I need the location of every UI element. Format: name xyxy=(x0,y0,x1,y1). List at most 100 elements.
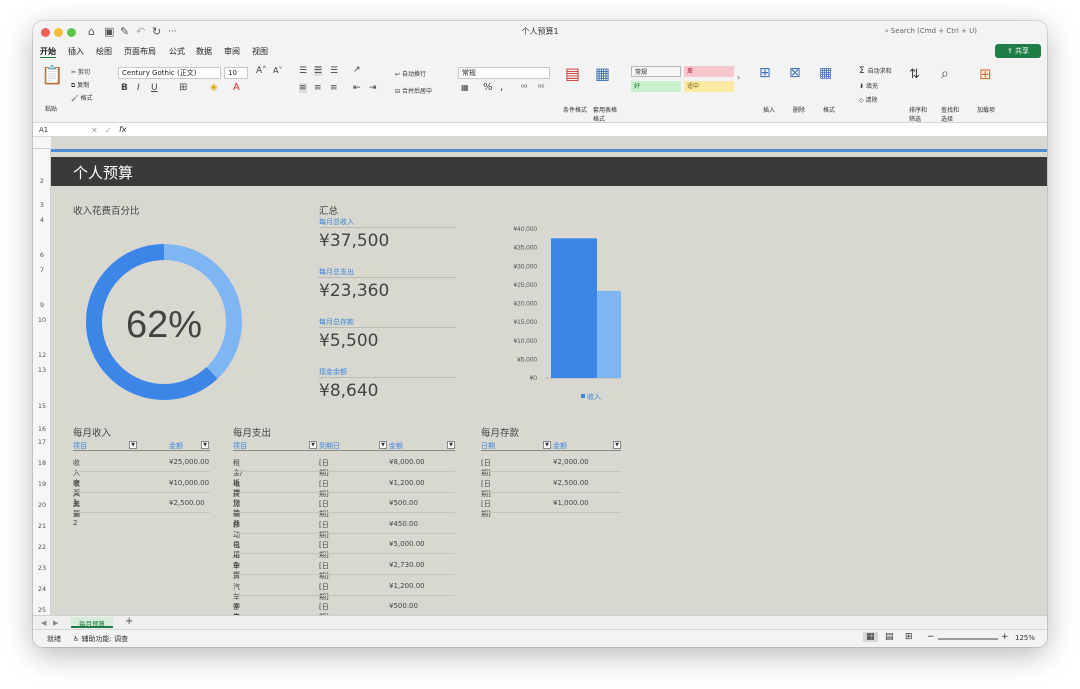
prev-sheet-icon[interactable]: ◀ xyxy=(41,619,46,627)
savings-cell[interactable]: ¥2,500.00 xyxy=(553,479,589,487)
confirm-formula-icon[interactable]: ✓ xyxy=(105,126,112,135)
delete-cells-label[interactable]: 删除 xyxy=(793,105,805,114)
row-header-2[interactable]: 2 xyxy=(33,177,51,185)
insert-cells-icon[interactable]: ⊞ xyxy=(759,65,771,81)
row-header-16[interactable]: 16 xyxy=(33,425,51,433)
increase-decimal-icon[interactable]: ⁰⁰ xyxy=(521,83,527,92)
format-cells-label[interactable]: 格式 xyxy=(823,105,835,114)
savings-cell[interactable]: [日期] xyxy=(481,499,491,519)
fill-button[interactable]: ⬇ 填充 xyxy=(859,81,878,90)
delete-cells-icon[interactable]: ⊠ xyxy=(789,65,801,81)
tab-insert[interactable]: 插入 xyxy=(68,46,84,57)
wrap-text-button[interactable]: ↩ 自动换行 xyxy=(395,69,426,78)
align-center-icon[interactable]: ≡ xyxy=(314,83,322,93)
currency-icon[interactable]: ▦ xyxy=(461,83,469,92)
underline-icon[interactable]: U xyxy=(151,83,158,93)
savings-cell[interactable]: ¥1,000.00 xyxy=(553,499,589,507)
table-format-icon[interactable]: ▦ xyxy=(595,64,610,83)
sort-filter-label[interactable]: 排序和筛选 xyxy=(909,105,931,123)
row-header-24[interactable]: 24 xyxy=(33,585,51,593)
align-middle-icon[interactable]: ☰ xyxy=(314,66,323,76)
page-layout-view-icon[interactable]: ▤ xyxy=(885,632,894,642)
tab-data[interactable]: 数据 xyxy=(196,46,212,57)
next-sheet-icon[interactable]: ▶ xyxy=(53,619,58,627)
font-size-select[interactable]: 10 xyxy=(224,67,248,79)
indent-increase-icon[interactable]: ⇥ xyxy=(369,83,377,93)
style-good[interactable]: 好 xyxy=(631,81,681,92)
addins-label[interactable]: 加载项 xyxy=(977,105,995,114)
row-header-6[interactable]: 6 xyxy=(33,251,51,259)
expense-cell[interactable]: [日期] xyxy=(319,582,329,602)
row-header-9[interactable]: 9 xyxy=(33,301,51,309)
table-format-label[interactable]: 套用表格格式 xyxy=(593,105,621,123)
paste-label[interactable]: 粘贴 xyxy=(45,104,57,113)
savings-cell[interactable]: [日期] xyxy=(481,479,491,499)
conditional-format-icon[interactable]: ▤ xyxy=(565,64,580,83)
styles-more-icon[interactable]: › xyxy=(737,73,740,82)
row-header-4[interactable]: 4 xyxy=(33,216,51,224)
expense-cell[interactable]: ¥1,200.00 xyxy=(389,582,425,590)
accessibility-status[interactable]: ♿ 辅助功能: 调查 xyxy=(73,634,128,644)
filter-dropdown-icon[interactable]: ▼ xyxy=(309,441,317,449)
filter-dropdown-icon[interactable]: ▼ xyxy=(447,441,455,449)
bold-icon[interactable]: B xyxy=(121,83,128,93)
align-right-icon[interactable]: ≡ xyxy=(330,83,338,93)
share-button[interactable]: ⇪ 共享 xyxy=(995,44,1041,58)
expense-cell[interactable]: ¥5,000.00 xyxy=(389,540,425,548)
fx-icon[interactable]: fx xyxy=(119,125,127,134)
expense-cell[interactable]: ¥500.00 xyxy=(389,499,418,507)
expense-cell[interactable]: ¥1,200.00 xyxy=(389,479,425,487)
comma-icon[interactable]: , xyxy=(500,82,503,93)
tab-formulas[interactable]: 公式 xyxy=(169,46,185,57)
zoom-in-icon[interactable]: + xyxy=(1001,632,1009,642)
income-cell[interactable]: ¥10,000.00 xyxy=(169,479,209,487)
income-cell[interactable]: 其他 xyxy=(73,499,80,519)
zoom-level[interactable]: 125% xyxy=(1015,634,1035,642)
row-header-18[interactable]: 18 xyxy=(33,459,51,467)
filter-dropdown-icon[interactable]: ▼ xyxy=(613,441,621,449)
merge-center-button[interactable]: ⊟ 合并后居中 xyxy=(395,86,432,95)
decrease-font-icon[interactable]: A˅ xyxy=(273,66,282,75)
find-select-label[interactable]: 查找和选择 xyxy=(941,105,963,123)
row-header-25[interactable]: 25 xyxy=(33,606,51,614)
expense-cell[interactable]: 电费 xyxy=(233,479,240,499)
conditional-format-label[interactable]: 条件格式 xyxy=(563,105,587,114)
increase-font-icon[interactable]: A˄ xyxy=(256,66,267,76)
cancel-formula-icon[interactable]: ✕ xyxy=(91,126,98,135)
orientation-icon[interactable]: ↗ xyxy=(353,65,361,75)
search-field[interactable]: ⌕ Search (Cmd + Ctrl + U) xyxy=(885,27,977,36)
expense-cell[interactable]: [日期] xyxy=(319,561,329,581)
row-header-23[interactable]: 23 xyxy=(33,564,51,572)
cut-button[interactable]: ✂ 剪切 xyxy=(71,67,90,76)
addins-icon[interactable]: ⊞ xyxy=(979,65,992,83)
format-painter-button[interactable]: 🖌 格式 xyxy=(71,93,93,102)
tab-review[interactable]: 审阅 xyxy=(224,46,240,57)
income-cell[interactable]: ¥2,500.00 xyxy=(169,499,205,507)
expense-cell[interactable]: [日期] xyxy=(319,520,329,540)
row-header-15[interactable]: 15 xyxy=(33,402,51,410)
expense-cell[interactable]: ¥500.00 xyxy=(389,602,418,610)
number-format-select[interactable]: 常规 xyxy=(458,67,550,79)
indent-decrease-icon[interactable]: ⇤ xyxy=(353,83,361,93)
style-neutral[interactable]: 适中 xyxy=(684,81,734,92)
decrease-decimal-icon[interactable]: ⁰⁰ xyxy=(538,83,544,92)
tab-page-layout[interactable]: 页面布局 xyxy=(124,46,156,57)
row-header-19[interactable]: 19 xyxy=(33,480,51,488)
font-name-select[interactable]: Century Gothic (正文) xyxy=(118,67,221,79)
expense-cell[interactable]: [日期] xyxy=(319,499,329,519)
name-box[interactable]: A1 xyxy=(39,126,48,134)
font-color-icon[interactable]: A xyxy=(233,82,240,93)
filter-dropdown-icon[interactable]: ▼ xyxy=(129,441,137,449)
row-header-21[interactable]: 21 xyxy=(33,522,51,530)
zoom-out-icon[interactable]: − xyxy=(927,632,935,642)
sheet-tab-monthly-budget[interactable]: 每月预算 xyxy=(71,617,113,628)
expense-cell[interactable]: 学生贷款 xyxy=(233,602,240,615)
align-left-icon[interactable]: ≡ xyxy=(299,83,307,93)
expense-cell[interactable]: [日期] xyxy=(319,540,329,560)
row-header-13[interactable]: 13 xyxy=(33,366,51,374)
page-break-view-icon[interactable]: ⊞ xyxy=(905,632,913,642)
filter-dropdown-icon[interactable]: ▼ xyxy=(201,441,209,449)
sort-filter-icon[interactable]: ⇅ xyxy=(909,67,920,82)
tab-draw[interactable]: 绘图 xyxy=(96,46,112,57)
row-header-17[interactable]: 17 xyxy=(33,438,51,446)
